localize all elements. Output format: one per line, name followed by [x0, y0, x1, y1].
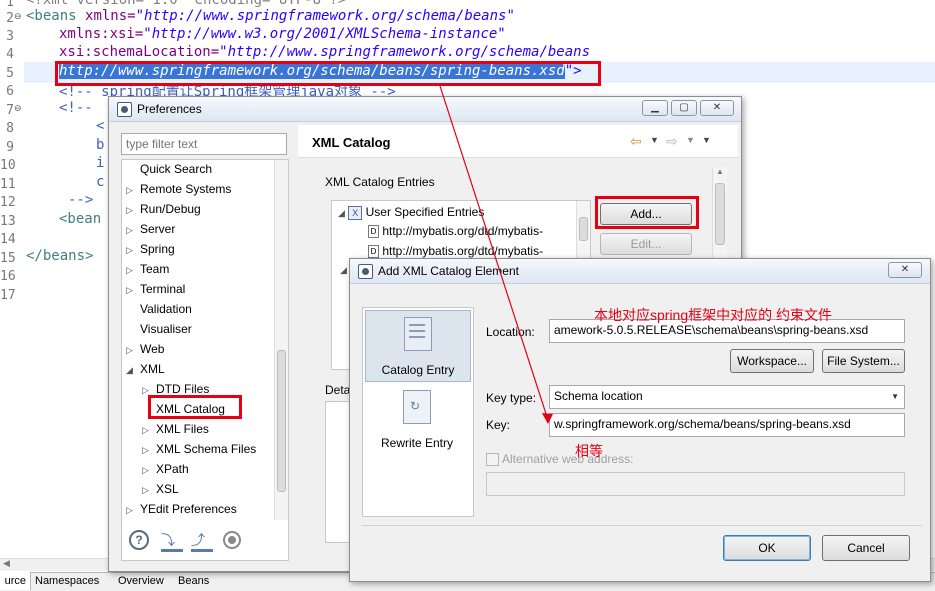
annotation-arrow [439, 85, 553, 424]
arrow-head-icon [542, 413, 553, 424]
arrow-line [439, 85, 549, 421]
